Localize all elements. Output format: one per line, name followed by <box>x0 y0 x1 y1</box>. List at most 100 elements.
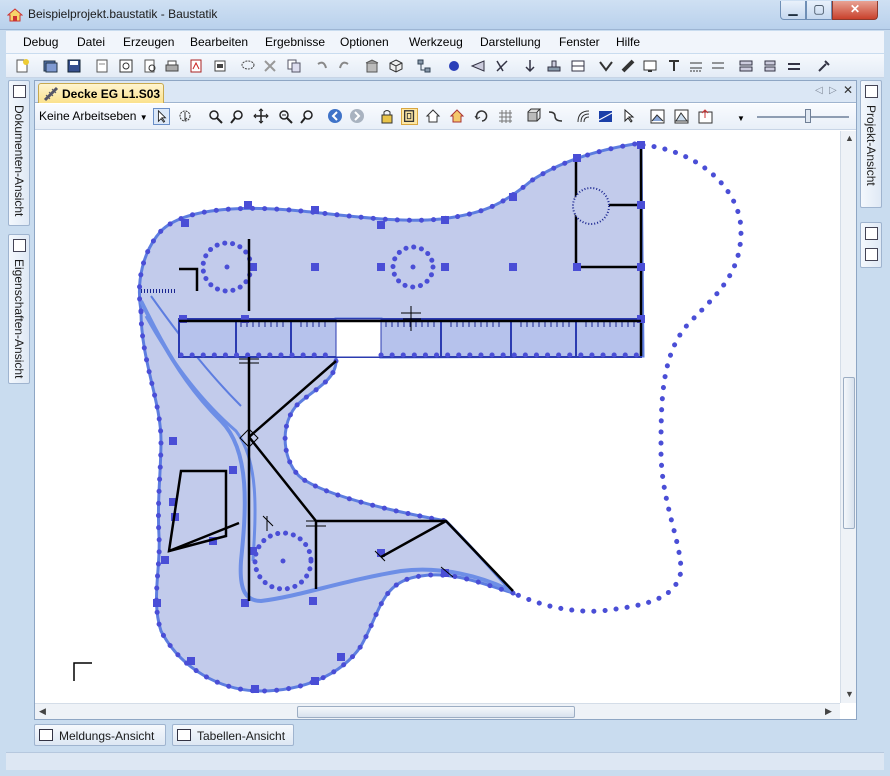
open-icon[interactable] <box>42 58 58 74</box>
close-button[interactable]: ✕ <box>832 1 878 20</box>
pan-icon[interactable] <box>253 108 270 125</box>
redo-icon[interactable] <box>336 58 352 74</box>
tab-eigenschaften-ansicht[interactable]: Eigenschaften-Ansicht <box>8 234 30 384</box>
minimize-button[interactable]: ▁ <box>780 1 806 20</box>
house-2-icon[interactable] <box>449 108 466 125</box>
menu-debug[interactable]: Debug <box>23 35 58 49</box>
menu-optionen[interactable]: Optionen <box>340 35 389 49</box>
tab-scroll-left-icon[interactable]: ◁ <box>815 85 823 96</box>
tab-projekt-ansicht[interactable]: Projekt-Ansicht <box>860 80 882 208</box>
zoom-all-icon[interactable] <box>299 108 316 125</box>
export-icon[interactable] <box>212 58 228 74</box>
floor-plan-drawing[interactable] <box>35 131 840 703</box>
print-preview-icon[interactable] <box>118 58 134 74</box>
print-icon[interactable] <box>164 58 180 74</box>
corridor-opening <box>335 318 382 358</box>
image-icon[interactable] <box>649 108 666 125</box>
document-tab-strip: Decke EG L1.S03 ◁ ▷ ✕ <box>35 81 856 103</box>
delete-icon[interactable] <box>262 58 278 74</box>
zoom-slider-track[interactable] <box>757 116 849 118</box>
scroll-right-icon[interactable]: ▶ <box>825 706 832 717</box>
align-icon[interactable] <box>738 58 754 74</box>
drawing-canvas[interactable] <box>35 131 840 703</box>
save-icon[interactable] <box>66 58 82 74</box>
menu-bearbeiten[interactable]: Bearbeiten <box>190 35 248 49</box>
cube-icon[interactable] <box>388 58 404 74</box>
horizontal-scrollbar[interactable]: ◀ ▶ <box>35 703 840 719</box>
panel-icon <box>865 227 878 240</box>
cut-icon[interactable] <box>494 58 510 74</box>
align-2-icon[interactable] <box>762 58 778 74</box>
column-spiked-top-right[interactable] <box>572 187 610 225</box>
page-icon[interactable] <box>94 58 110 74</box>
menu-fenster[interactable]: Fenster <box>559 35 600 49</box>
cursor-filter-icon[interactable] <box>621 108 638 125</box>
vertical-scroll-thumb[interactable] <box>843 377 855 529</box>
tools-icon[interactable] <box>816 58 832 74</box>
menu-erzeugen[interactable]: Erzeugen <box>123 35 174 49</box>
image-2-icon[interactable] <box>673 108 690 125</box>
cube-small-icon[interactable] <box>525 108 542 125</box>
contour-icon[interactable] <box>597 108 614 125</box>
network-icon[interactable] <box>416 58 432 74</box>
tab-dokumenten-ansicht[interactable]: Dokumenten-Ansicht <box>8 80 30 226</box>
undo-icon[interactable] <box>314 58 330 74</box>
zoom-in-icon[interactable] <box>207 108 224 125</box>
export-view-icon[interactable] <box>697 108 714 125</box>
lasso-icon[interactable] <box>240 58 256 74</box>
vertical-scrollbar[interactable]: ▲ ▼ <box>840 131 856 703</box>
horizontal-scroll-thumb[interactable] <box>297 706 575 718</box>
copy-icon[interactable] <box>286 58 302 74</box>
tab-decke-eg[interactable]: Decke EG L1.S03 <box>38 83 164 103</box>
menu-hilfe[interactable]: Hilfe <box>616 35 640 49</box>
zoom-page-icon[interactable] <box>142 58 158 74</box>
scroll-up-icon[interactable]: ▲ <box>845 133 854 143</box>
align-3-icon[interactable] <box>786 58 802 74</box>
check-icon[interactable] <box>598 58 614 74</box>
maximize-button[interactable]: ▢ <box>806 1 832 20</box>
column-center-3 <box>280 558 286 564</box>
monitor-icon[interactable] <box>642 58 658 74</box>
select-arrow-icon[interactable] <box>153 108 170 125</box>
back-icon[interactable] <box>327 108 344 125</box>
lock-icon[interactable] <box>379 108 396 125</box>
toolbar-overflow-icon[interactable]: ▼ <box>737 114 745 123</box>
right-panel-tools[interactable] <box>860 222 882 268</box>
tab-meldungs-ansicht[interactable]: Meldungs-Ansicht <box>34 724 166 746</box>
building-icon[interactable] <box>364 58 380 74</box>
scroll-down-icon[interactable]: ▼ <box>845 689 854 699</box>
scroll-left-icon[interactable]: ◀ <box>39 706 46 717</box>
frame-icon[interactable] <box>401 108 418 125</box>
beam-icon[interactable] <box>620 58 636 74</box>
close-document-icon[interactable]: ✕ <box>843 83 853 97</box>
load-icon[interactable] <box>522 58 538 74</box>
select-cycle-icon[interactable] <box>177 108 194 125</box>
menu-datei[interactable]: Datei <box>77 35 105 49</box>
zoom-window-icon[interactable] <box>277 108 294 125</box>
tab-scroll-right-icon[interactable]: ▷ <box>829 85 837 96</box>
properties-view-icon <box>13 239 26 252</box>
rotate-icon[interactable] <box>473 108 490 125</box>
menu-werkzeug[interactable]: Werkzeug <box>409 35 463 49</box>
pdf-icon[interactable] <box>188 58 204 74</box>
zoom-out-icon[interactable] <box>229 108 246 125</box>
dimension-icon[interactable] <box>688 58 704 74</box>
menu-darstellung[interactable]: Darstellung <box>480 35 541 49</box>
text-icon[interactable] <box>666 58 682 74</box>
export-table-icon[interactable] <box>570 58 586 74</box>
sphere-icon[interactable] <box>446 58 462 74</box>
zoom-slider-thumb[interactable] <box>805 109 811 123</box>
dimension-2-icon[interactable] <box>710 58 726 74</box>
path-icon[interactable] <box>547 108 564 125</box>
forward-icon[interactable] <box>349 108 366 125</box>
menu-ergebnisse[interactable]: Ergebnisse <box>265 35 325 49</box>
new-icon[interactable] <box>14 58 30 74</box>
wave-icon[interactable] <box>575 108 592 125</box>
stamp-icon[interactable] <box>546 58 562 74</box>
section-icon[interactable] <box>470 58 486 74</box>
layer-select[interactable]: Keine Arbeitseben ▼ <box>39 109 148 123</box>
house-icon[interactable] <box>425 108 442 125</box>
checkbox-icon[interactable] <box>865 248 878 261</box>
tab-tabellen-ansicht[interactable]: Tabellen-Ansicht <box>172 724 294 746</box>
grid-icon[interactable] <box>497 108 514 125</box>
